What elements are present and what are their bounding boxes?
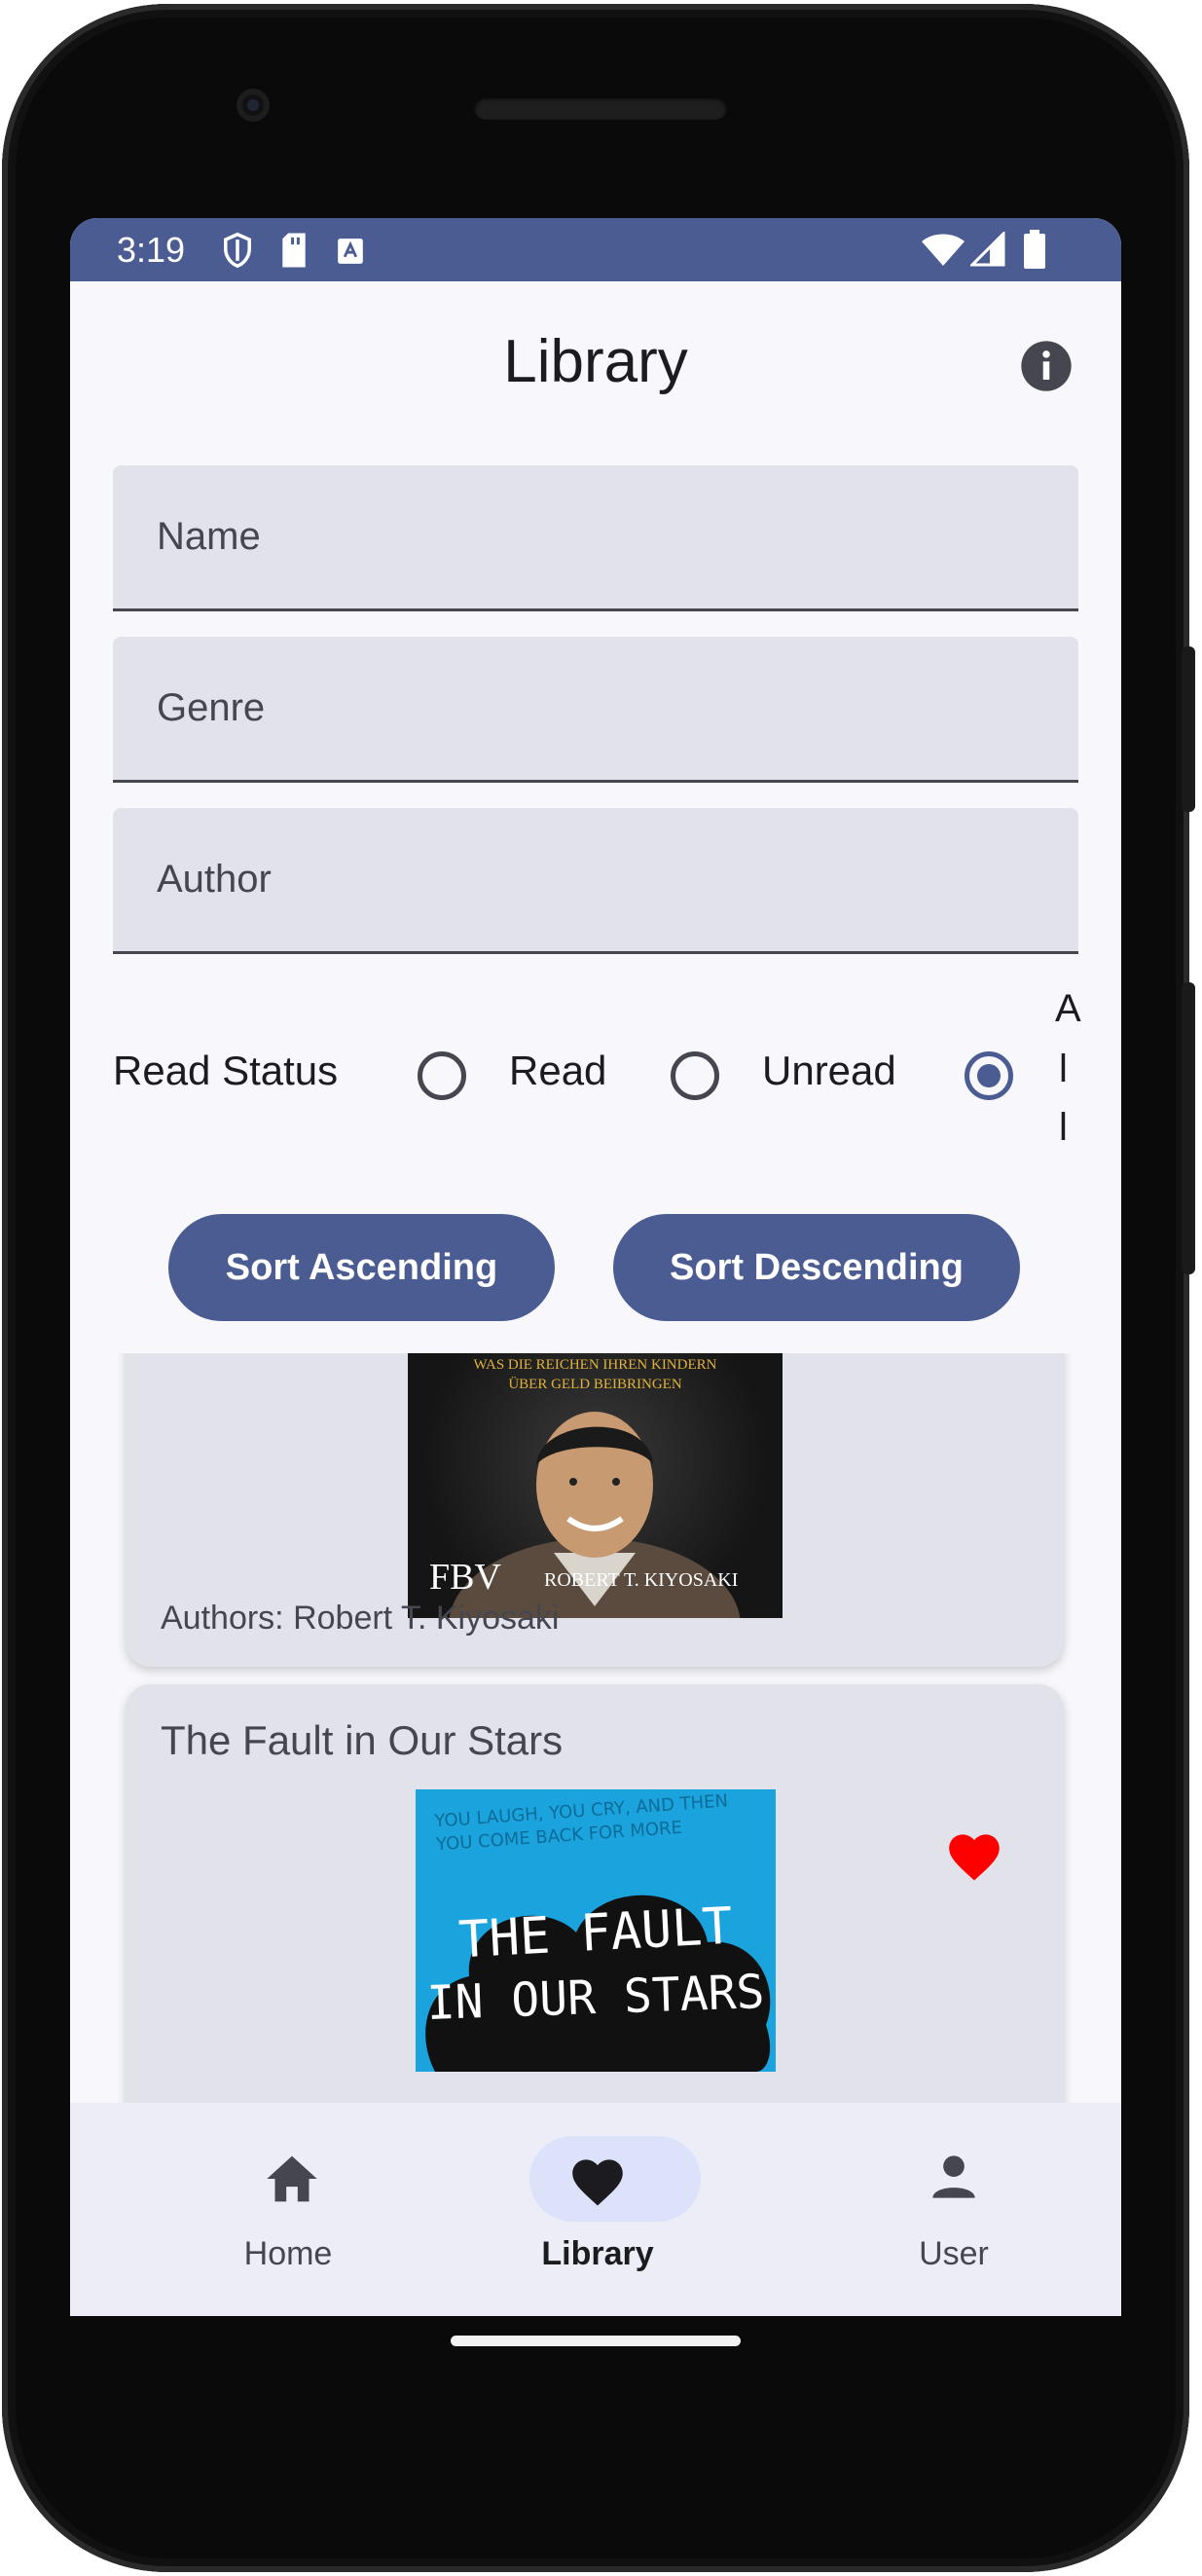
wifi-icon (922, 234, 965, 266)
sd-card-icon (282, 233, 306, 268)
home-icon (267, 2155, 317, 2202)
genre-field[interactable] (113, 637, 1078, 783)
favorite-heart-icon[interactable] (945, 1830, 1003, 1883)
radio-read[interactable] (418, 1051, 466, 1100)
nav-label-home: Home (243, 2235, 333, 2272)
nav-label-library: Library (541, 2235, 654, 2272)
author-field[interactable] (113, 808, 1078, 954)
front-camera (237, 89, 270, 122)
radio-unread-label[interactable]: Unread (762, 1048, 896, 1094)
cover-text: WAS DIE REICHEN IHREN KINDERN (473, 1357, 717, 1373)
cover-publisher: FBV (429, 1557, 501, 1598)
power-button (1182, 982, 1195, 1274)
info-icon[interactable] (1019, 339, 1074, 393)
nav-item-user[interactable]: User (808, 2103, 1100, 2316)
cover-tagline: YOU LAUGH, YOU CRY, AND THEN YOU COME BA… (433, 1790, 729, 1856)
radio-unread[interactable] (671, 1051, 719, 1100)
radio-all-label-char[interactable]: A (1055, 987, 1081, 1031)
book-cover: YOU LAUGH, YOU CRY, AND THEN YOU COME BA… (416, 1789, 776, 2072)
nav-item-library[interactable]: Library (452, 2103, 744, 2316)
status-bar: 3:19 (70, 218, 1121, 281)
genre-input[interactable] (113, 637, 1078, 780)
book-title: The Fault in Our Stars (161, 1717, 564, 1763)
name-input[interactable] (113, 465, 1078, 608)
book-card[interactable]: The Fault in Our Stars YOU LAUGH, YOU CR… (126, 1684, 1064, 2103)
heart-icon (572, 2159, 623, 2206)
shield-icon (224, 232, 251, 269)
nav-label-user: User (919, 2235, 989, 2272)
radio-all[interactable] (965, 1051, 1013, 1100)
battery-icon (1024, 230, 1045, 269)
home-indicator[interactable] (451, 2336, 741, 2346)
book-list[interactable]: WAS DIE REICHEN IHREN KINDERN ÜBER GELD … (70, 1353, 1121, 2103)
radio-all-label-char[interactable]: l (1059, 1048, 1068, 1091)
keyboard-a-icon (338, 239, 363, 264)
app-screen: 3:19 Library Name Genre Author Read Stat… (70, 218, 1121, 2316)
read-status-label: Read Status (113, 1048, 339, 1093)
radio-all-label-char[interactable]: l (1059, 1106, 1068, 1150)
page-title: Library (503, 328, 688, 395)
book-cover: WAS DIE REICHEN IHREN KINDERN ÜBER GELD … (408, 1353, 783, 1618)
earpiece-speaker (474, 96, 727, 120)
phone-frame: 3:19 Library Name Genre Author Read Stat… (2, 4, 1195, 2572)
person-icon (932, 2155, 975, 2198)
nav-item-home[interactable]: Home (142, 2103, 434, 2316)
sort-ascending-button[interactable]: Sort Ascending (168, 1214, 555, 1321)
name-field[interactable] (113, 465, 1078, 611)
radio-read-label[interactable]: Read (509, 1048, 606, 1094)
cellular-signal-icon (970, 232, 1005, 267)
author-input[interactable] (113, 808, 1078, 951)
status-time: 3:19 (117, 230, 186, 270)
volume-button (1182, 646, 1195, 812)
cover-author: ROBERT T. KIYOSAKI (544, 1569, 739, 1591)
bottom-navigation: Home Library User (70, 2103, 1121, 2316)
book-authors: Authors: Robert T. Kiyosaki (161, 1600, 560, 1637)
sort-descending-button[interactable]: Sort Descending (613, 1214, 1020, 1321)
book-card[interactable]: WAS DIE REICHEN IHREN KINDERN ÜBER GELD … (126, 1353, 1064, 1667)
